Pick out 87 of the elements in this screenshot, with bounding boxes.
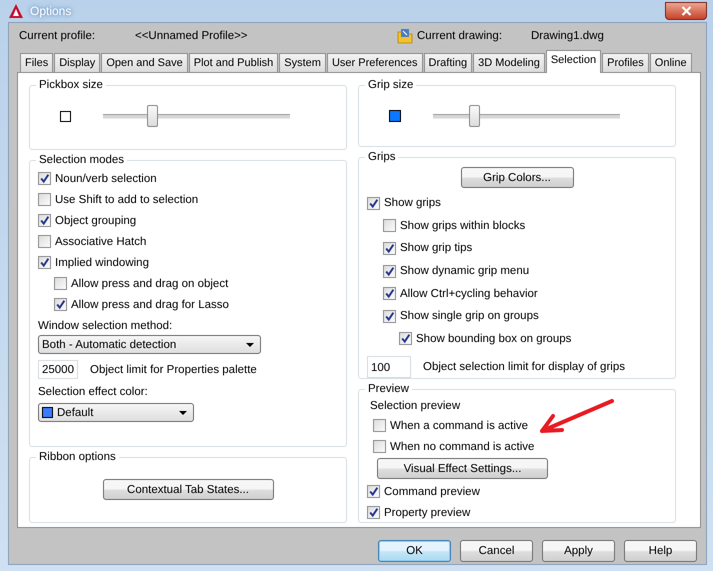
checkbox[interactable] [38, 214, 51, 227]
input-field[interactable]: 25000 [38, 360, 78, 379]
checkbox-label[interactable]: Show single grip on groups [400, 310, 539, 322]
checkbox[interactable] [383, 310, 396, 323]
input-field[interactable]: 100 [367, 356, 411, 378]
tab[interactable]: 3D Modeling [473, 53, 545, 72]
checkbox-label[interactable]: Associative Hatch [55, 236, 146, 248]
tab[interactable]: Profiles [602, 53, 649, 72]
checkbox[interactable] [54, 298, 67, 311]
tab[interactable]: Selection [546, 50, 602, 73]
checkbox[interactable] [373, 440, 386, 453]
checkbox[interactable] [383, 264, 396, 278]
contextual-tab-states-button[interactable]: Contextual Tab States... [102, 479, 274, 500]
pickbox-preview [60, 110, 71, 122]
dialog-button[interactable]: Apply [542, 540, 615, 562]
checkbox[interactable] [38, 193, 51, 206]
checkbox[interactable] [383, 242, 396, 255]
close-button[interactable] [665, 2, 707, 20]
tab[interactable]: System [279, 53, 326, 72]
field-label: Window selection method: [38, 319, 174, 334]
checkbox-label[interactable]: Object grouping [55, 214, 136, 226]
checkbox-label[interactable]: Use Shift to add to selection [55, 194, 198, 206]
checkbox[interactable] [367, 485, 380, 498]
slider-thumb[interactable] [469, 105, 480, 127]
checkbox-label[interactable]: Property preview [384, 506, 470, 518]
checkbox-label[interactable]: When no command is active [390, 440, 534, 452]
profile-label: Current profile: [18, 30, 96, 42]
drawing-name: Drawing1.dwg [531, 30, 604, 42]
checkbox-label[interactable]: Show dynamic grip menu [400, 265, 530, 278]
dialog-button[interactable]: Cancel [460, 540, 533, 562]
grip-preview [389, 110, 401, 122]
caret-icon [246, 342, 254, 346]
group-title: Grip size [367, 79, 414, 91]
checkbox-label[interactable]: Command preview [384, 486, 480, 498]
drawing-file-icon [397, 28, 413, 44]
caret-icon [179, 410, 187, 414]
tab[interactable]: User Preferences [326, 53, 423, 72]
checkbox-label[interactable]: Show bounding box on groups [416, 332, 572, 345]
field-label: Object limit for Properties palette [90, 364, 257, 376]
tab[interactable]: Drafting [424, 53, 472, 72]
drawing-label: Current drawing: [417, 30, 504, 42]
checkbox[interactable] [399, 332, 412, 346]
checkbox-label[interactable]: Allow press and drag on object [71, 278, 228, 290]
tab[interactable]: Online [650, 53, 692, 72]
tab[interactable]: Plot and Publish [188, 53, 278, 72]
section-label: Selection preview [369, 399, 462, 414]
window-title: Options [30, 4, 72, 18]
visual-effect-settings-button[interactable]: Visual Effect Settings... [377, 458, 548, 479]
checkbox-label[interactable]: Implied windowing [55, 256, 149, 268]
field-label: Selection effect color: [38, 385, 149, 400]
checkbox-label[interactable]: Show grip tips [400, 242, 472, 254]
dropdown[interactable]: Both - Automatic detection [38, 335, 261, 354]
checkbox[interactable] [373, 419, 386, 432]
profile-name: <<Unnamed Profile>> [135, 30, 249, 42]
slider-track[interactable] [433, 105, 620, 127]
dialog-button[interactable]: OK [378, 540, 451, 562]
field-label: Object selection limit for display of grips [423, 361, 625, 374]
group-title: Grips [367, 151, 396, 163]
tab[interactable]: Files [20, 53, 54, 72]
checkbox[interactable] [54, 277, 67, 290]
group-title: Ribbon options [38, 451, 117, 463]
checkbox[interactable] [383, 219, 396, 232]
checkbox[interactable] [367, 506, 380, 519]
slider-thumb[interactable] [146, 105, 158, 127]
checkbox[interactable] [38, 235, 51, 248]
checkbox-label[interactable]: Noun/verb selection [55, 172, 157, 184]
group-title: Preview [367, 383, 410, 395]
checkbox[interactable] [38, 256, 51, 269]
checkbox[interactable] [367, 196, 380, 210]
color-swatch [42, 407, 53, 418]
tab[interactable]: Display [54, 53, 100, 72]
dropdown[interactable]: Default [38, 403, 194, 422]
checkbox-label[interactable]: When a command is active [390, 420, 528, 432]
checkbox-label[interactable]: Show grips within blocks [400, 220, 526, 232]
slider-track[interactable] [103, 105, 290, 127]
checkbox-label[interactable]: Allow press and drag for Lasso [71, 298, 229, 310]
group-title: Selection modes [38, 154, 126, 166]
grip-colors-button[interactable]: Grip Colors... [460, 167, 574, 188]
checkbox-label[interactable]: Show grips [384, 197, 441, 210]
tab[interactable]: Open and Save [101, 53, 188, 72]
group-title: Pickbox size [38, 79, 104, 91]
app-logo-icon [8, 3, 24, 19]
checkbox[interactable] [383, 287, 396, 300]
dialog-button[interactable]: Help [624, 540, 697, 562]
checkbox[interactable] [38, 172, 51, 185]
close-icon [680, 6, 692, 16]
checkbox-label[interactable]: Allow Ctrl+cycling behavior [400, 288, 538, 300]
